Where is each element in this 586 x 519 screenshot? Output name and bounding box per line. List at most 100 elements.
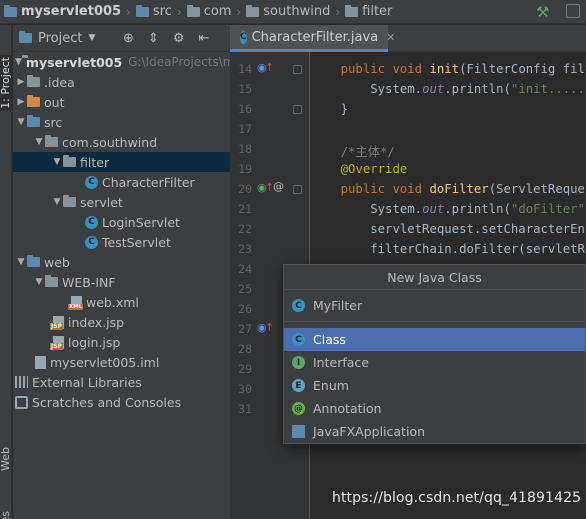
- folder-icon: [135, 4, 149, 17]
- breadcrumb-separator: ›: [126, 4, 131, 19]
- line-number: 31: [238, 402, 252, 416]
- tree-item-label: External Libraries: [32, 374, 142, 390]
- expand-arrow-icon[interactable]: ▼: [33, 137, 45, 147]
- line-number: 24: [238, 262, 252, 276]
- tree-item-servlet[interactable]: ▼ servlet: [13, 192, 230, 212]
- expand-arrow-icon[interactable]: ▼: [15, 257, 27, 267]
- kind-option-class[interactable]: C Class: [284, 328, 585, 351]
- breadcrumb-separator: ›: [335, 4, 341, 19]
- code-line: }: [311, 102, 348, 116]
- enum-icon: E: [292, 379, 305, 392]
- toolbar-square-icon[interactable]: [566, 4, 580, 18]
- favorites-tool-tab[interactable]: orites: [0, 511, 12, 519]
- expand-arrow-icon[interactable]: ▼: [15, 117, 27, 127]
- tree-item-login-jsp[interactable]: login.jsp: [13, 332, 230, 352]
- tree-item-index-jsp[interactable]: index.jsp: [13, 312, 230, 332]
- breadcrumb-project[interactable]: myservlet005: [4, 4, 121, 19]
- collapse-all-icon[interactable]: ⇕: [148, 31, 159, 46]
- kind-option-enum[interactable]: E Enum: [284, 374, 585, 397]
- folder-icon: [45, 275, 58, 287]
- tree-item-web-inf[interactable]: ▼ WEB-INF: [13, 272, 230, 292]
- fold-marker-icon[interactable]: [293, 65, 302, 74]
- left-tool-strip: 1: Project Web orites: [0, 25, 12, 519]
- kind-option-annotation[interactable]: @ Annotation: [284, 397, 585, 420]
- tree-item-out[interactable]: ▶ out: [13, 92, 230, 112]
- code-token: System.: [370, 82, 423, 96]
- expand-arrow-icon[interactable]: ▼: [33, 277, 45, 287]
- tab-label: CharacterFilter.java: [251, 29, 379, 45]
- interface-icon: I: [292, 356, 305, 369]
- folder-icon: [186, 4, 200, 17]
- line-number: 29: [238, 362, 252, 376]
- annotation-marker-icon: @: [273, 180, 284, 193]
- close-icon[interactable]: ✕: [386, 31, 395, 44]
- breadcrumb-com[interactable]: com: [186, 4, 231, 19]
- expand-arrow-icon[interactable]: ▶: [15, 97, 27, 107]
- fold-marker-icon[interactable]: [293, 105, 302, 114]
- line-number: 21: [238, 202, 252, 216]
- expand-arrow-icon[interactable]: ▼: [51, 157, 63, 167]
- module-folder-icon: [4, 4, 17, 17]
- override-arrow-icon[interactable]: ↑: [265, 61, 274, 74]
- tree-item-scratches[interactable]: Scratches and Consoles: [13, 392, 230, 412]
- breadcrumb-src[interactable]: src: [135, 4, 172, 19]
- tree-item-web-xml[interactable]: web.xml: [13, 292, 230, 312]
- tree-item-label: TestServlet: [102, 234, 171, 250]
- gear-icon[interactable]: ⚙: [173, 31, 185, 46]
- line-number: 25: [238, 282, 252, 296]
- line-number: 14: [238, 62, 252, 76]
- code-token: "doFilter": [510, 202, 585, 216]
- tree-item-com-southwind[interactable]: ▼ com.southwind: [13, 132, 230, 152]
- breadcrumb-southwind[interactable]: southwind: [246, 4, 330, 19]
- web-tool-tab[interactable]: Web: [0, 447, 12, 471]
- project-tool-tab[interactable]: 1: Project: [0, 55, 12, 111]
- code-line: System.out.println("doFilter");: [311, 202, 586, 216]
- tree-item-filter[interactable]: ▼ filter: [13, 152, 230, 172]
- expand-arrow-icon[interactable]: ▼: [51, 197, 63, 207]
- code-line: @Override: [311, 162, 408, 176]
- tree-item-web[interactable]: ▼ web: [13, 252, 230, 272]
- class-icon: C: [85, 235, 98, 249]
- code-line: servletRequest.setCharacterEncodi: [311, 222, 586, 236]
- watermark-url: https://blog.csdn.net/qq_41891425: [332, 490, 582, 506]
- tree-item-testservlet[interactable]: C TestServlet: [13, 232, 230, 252]
- kind-option-label: Annotation: [313, 401, 382, 416]
- code-token: out: [422, 82, 445, 96]
- tree-item-label: myservlet005.iml: [50, 354, 160, 370]
- expand-arrow-icon[interactable]: ▶: [15, 77, 27, 87]
- fold-marker-icon[interactable]: [293, 185, 302, 194]
- tree-item-idea[interactable]: ▶ .idea: [13, 72, 230, 92]
- library-icon: [15, 376, 28, 388]
- tree-item-iml[interactable]: myservlet005.iml: [13, 352, 230, 372]
- folder-icon: [27, 75, 40, 87]
- jsp-file-icon: [50, 315, 64, 330]
- project-view-selector[interactable]: Project: [38, 31, 82, 46]
- chevron-down-icon[interactable]: ▼: [88, 33, 95, 43]
- locate-target-icon[interactable]: ⊕: [123, 31, 134, 46]
- breadcrumb-filter[interactable]: filter: [345, 4, 392, 19]
- tab-characterfilter-java[interactable]: C CharacterFilter.java ✕: [230, 25, 395, 52]
- tree-item-characterfilter[interactable]: C CharacterFilter: [13, 172, 230, 192]
- class-name-input[interactable]: [313, 294, 553, 317]
- kind-option-javafx[interactable]: JavaFXApplication: [284, 420, 585, 443]
- override-arrow-icon[interactable]: ↑: [265, 321, 274, 334]
- class-icon: C: [240, 30, 247, 44]
- tree-item-external-libraries[interactable]: External Libraries: [13, 372, 230, 392]
- tree-item-project-root[interactable]: ▼ myservlet005 G:\IdeaProjects\my: [13, 52, 230, 72]
- tree-item-src[interactable]: ▼ src: [13, 112, 230, 132]
- expand-arrow-icon[interactable]: ▼: [15, 57, 22, 67]
- project-tree: ▼ myservlet005 G:\IdeaProjects\my ▶ .ide…: [13, 52, 230, 519]
- xml-file-icon: [68, 295, 84, 310]
- kind-option-interface[interactable]: I Interface: [284, 351, 585, 374]
- dialog-title: New Java Class: [284, 265, 585, 290]
- excluded-folder-icon: [27, 95, 40, 107]
- navigation-bar: myservlet005 › src › com › southwind › f…: [0, 0, 586, 24]
- hide-icon[interactable]: ⇤: [198, 31, 209, 46]
- build-hammer-icon[interactable]: ⚒: [536, 3, 549, 21]
- tree-item-loginservlet[interactable]: C LoginServlet: [13, 212, 230, 232]
- class-name-row: C: [284, 290, 585, 322]
- code-token: /*主体*/: [340, 145, 395, 159]
- kind-list: C Class I Interface E Enum @ Annotation …: [284, 328, 585, 443]
- code-token: filterChain.doFilter(servletReque: [370, 242, 586, 256]
- code-token: init: [429, 62, 460, 76]
